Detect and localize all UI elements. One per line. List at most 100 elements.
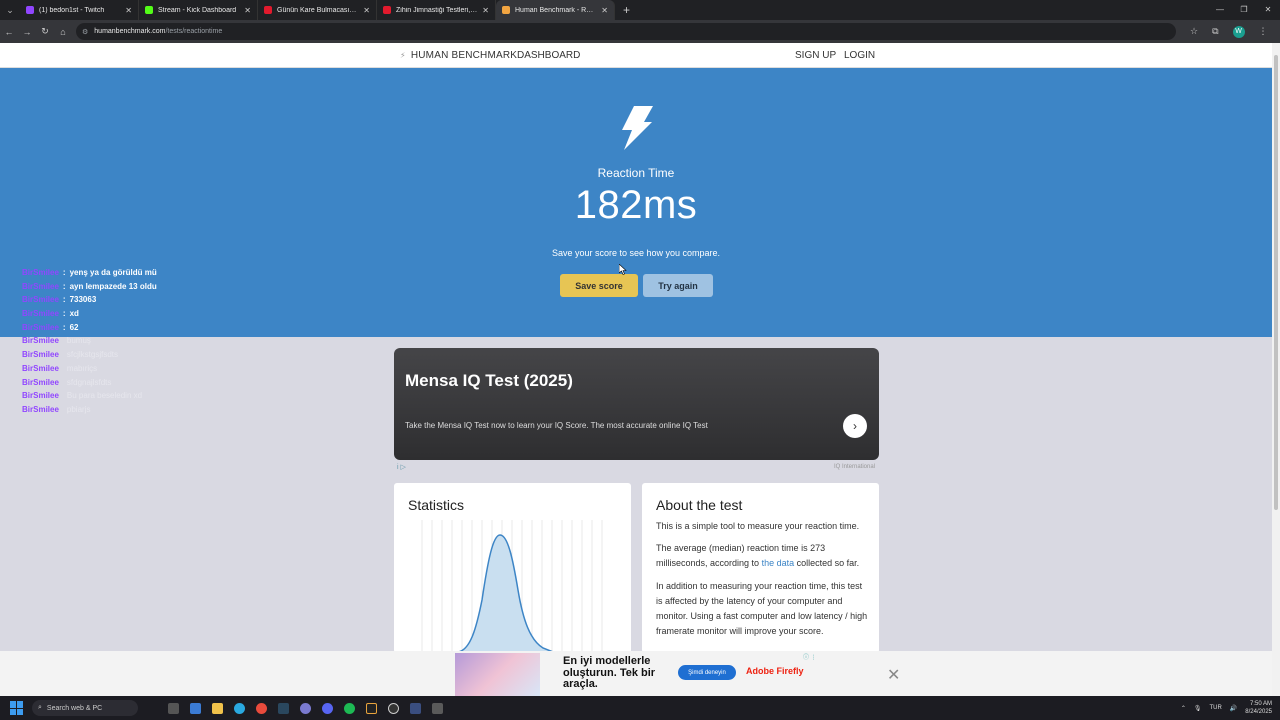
- chat-username: BirSmilee: [22, 322, 59, 332]
- close-tab-icon[interactable]: ✕: [125, 6, 132, 15]
- browser-tab[interactable]: Stream - Kick Dashboard ✕: [139, 0, 258, 20]
- tray-chevron-icon[interactable]: ⌃: [1181, 705, 1186, 712]
- chat-message: BirSmilee:733063: [22, 295, 157, 309]
- close-tab-icon[interactable]: ✕: [363, 6, 370, 15]
- chat-separator: :: [62, 322, 66, 332]
- mic-icon[interactable]: 🎙: [1194, 705, 1202, 712]
- tab-title: (1) bedon1st - Twitch: [39, 6, 105, 14]
- copilot-icon[interactable]: [190, 702, 201, 714]
- chat-username: BirSmilee: [22, 309, 59, 319]
- browser-tab[interactable]: (1) bedon1st - Twitch ✕: [20, 0, 139, 20]
- task-view-icon[interactable]: [168, 702, 179, 714]
- chat-username: BirSmilee: [22, 281, 59, 291]
- chrome-icon[interactable]: [256, 702, 267, 714]
- taskbar-search[interactable]: ⌕ Search web & PC: [32, 700, 138, 716]
- app-icon[interactable]: [300, 702, 311, 714]
- banner-cta-button[interactable]: Şimdi deneyin: [678, 665, 736, 680]
- data-link[interactable]: the data: [762, 558, 795, 568]
- ad-description: Take the Mensa IQ Test now to learn your…: [405, 421, 708, 430]
- browser-tab[interactable]: Zihin Jimnastiği Testleri, Akıl & ✕: [377, 0, 496, 20]
- chat-message: BirSmilee: yenş ya da görüldü mü: [22, 268, 157, 282]
- bookmark-star-icon[interactable]: ☆: [1190, 26, 1198, 37]
- chat-message: BirSmilee:62: [22, 323, 157, 337]
- chat-message: BirSmilee sfdgnajlsfdts: [22, 378, 157, 392]
- tab-favicon-icon: [383, 6, 391, 14]
- reaction-result-panel[interactable]: Reaction Time 182ms Save your score to s…: [0, 68, 1272, 337]
- chat-separator: :: [62, 268, 66, 277]
- chat-separator: :: [62, 295, 66, 305]
- site-info-icon[interactable]: ⚙: [82, 28, 88, 36]
- save-prompt: Save your score to see how you compare.: [551, 248, 721, 258]
- spotify-icon[interactable]: [344, 702, 355, 714]
- banner-headline: En iyi modellerle oluşturun. Tek bir ara…: [563, 655, 656, 690]
- save-score-button[interactable]: Save score: [560, 274, 638, 297]
- about-title: About the test: [656, 497, 743, 513]
- restore-icon[interactable]: ❐: [1232, 0, 1256, 20]
- new-tab-button[interactable]: +: [615, 3, 638, 17]
- about-paragraph-2: The average (median) reaction time is 27…: [656, 541, 868, 571]
- home-icon[interactable]: ⌂: [54, 27, 72, 37]
- steam-active-icon[interactable]: [410, 702, 421, 714]
- close-tab-icon[interactable]: ✕: [482, 6, 489, 15]
- edge-icon[interactable]: [234, 702, 245, 714]
- page-scrollbar[interactable]: [1272, 43, 1280, 696]
- bottom-banner-ad[interactable]: En iyi modellerle oluşturun. Tek bir ara…: [0, 651, 1280, 696]
- chat-message: BirSmilee Bu para beseledin xd: [22, 391, 157, 405]
- browser-tab[interactable]: Human Benchmark - Reaction Ti ✕: [496, 0, 615, 20]
- chat-username: BirSmilee: [22, 350, 59, 360]
- search-icon: ⌕: [38, 704, 42, 711]
- chat-username: BirSmilee: [22, 336, 59, 346]
- clock-date: 8/24/2025: [1245, 709, 1272, 715]
- back-icon[interactable]: ←: [0, 27, 18, 37]
- iq-test-ad[interactable]: Mensa IQ Test (2025) Take the Mensa IQ T…: [394, 348, 879, 460]
- chat-separator: :: [62, 281, 66, 291]
- close-window-icon[interactable]: ✕: [1256, 0, 1280, 20]
- extensions-icon[interactable]: ⧉: [1212, 26, 1218, 37]
- ad-info-icon[interactable]: i ▷: [397, 463, 406, 471]
- obs-icon[interactable]: [388, 702, 399, 714]
- reload-icon[interactable]: ↻: [36, 26, 54, 37]
- steam-icon[interactable]: [278, 702, 289, 714]
- app-icon-2[interactable]: [366, 702, 377, 714]
- file-explorer-icon[interactable]: [212, 702, 223, 714]
- close-tab-icon[interactable]: ✕: [601, 6, 608, 15]
- nav-login[interactable]: LOGIN: [844, 50, 875, 61]
- chat-message: BirSmilee pbiarjs: [22, 405, 157, 419]
- banner-brand: Adobe Firefly: [746, 666, 804, 676]
- chat-text: ayn lempazede 13 oldu: [69, 281, 157, 291]
- chat-username: BirSmilee: [22, 377, 59, 387]
- scrollbar-thumb[interactable]: [1274, 55, 1278, 510]
- stream-chat-overlay: BirSmilee: yenş ya da görüldü mü BirSmilee…: [22, 268, 157, 419]
- windows-start-icon[interactable]: [10, 701, 24, 715]
- address-bar[interactable]: ⚙ humanbenchmark.com/tests/reactiontime: [76, 23, 1176, 40]
- url-path: /tests/reactiontime: [165, 28, 223, 35]
- chat-text: bumuş: [66, 336, 91, 346]
- reaction-distribution-chart: [421, 520, 603, 652]
- tab-title: Human Benchmark - Reaction Ti: [515, 6, 597, 14]
- tab-title: Zihin Jimnastiği Testleri, Akıl &: [396, 6, 477, 14]
- brand-link[interactable]: ⚡ HUMAN BENCHMARK: [400, 50, 517, 61]
- minimize-icon[interactable]: —: [1208, 0, 1232, 20]
- reaction-score: 182ms: [574, 183, 698, 227]
- try-again-button[interactable]: Try again: [643, 274, 713, 297]
- site-navbar: ⚡ HUMAN BENCHMARK DASHBOARD SIGN UP LOGI…: [0, 43, 1272, 68]
- profile-avatar[interactable]: W: [1232, 25, 1245, 38]
- adchoices-icon[interactable]: ⓘ ⋮: [803, 652, 817, 661]
- test-label: Reaction Time: [597, 166, 675, 180]
- tab-search-icon[interactable]: ⌄: [0, 0, 20, 20]
- browser-menu-icon[interactable]: ⋮: [1259, 26, 1268, 37]
- volume-icon[interactable]: 🔊: [1230, 705, 1237, 712]
- taskbar-clock[interactable]: 7:50 AM 8/24/2025: [1245, 700, 1272, 716]
- nav-signup[interactable]: SIGN UP: [795, 50, 836, 61]
- forward-icon[interactable]: →: [18, 27, 36, 37]
- discord-icon[interactable]: [322, 702, 333, 714]
- chat-text: mabıriçs: [66, 363, 98, 373]
- app-icon-3[interactable]: [432, 702, 443, 714]
- close-tab-icon[interactable]: ✕: [244, 6, 251, 15]
- chevron-right-icon[interactable]: ›: [843, 414, 867, 438]
- input-language[interactable]: TUR: [1209, 705, 1221, 711]
- statistics-title: Statistics: [408, 497, 465, 513]
- browser-tab[interactable]: Günün Kare Bulmacası | HT Bulm ✕: [258, 0, 377, 20]
- close-ad-icon[interactable]: ✕: [887, 665, 900, 685]
- nav-dashboard[interactable]: DASHBOARD: [517, 50, 580, 61]
